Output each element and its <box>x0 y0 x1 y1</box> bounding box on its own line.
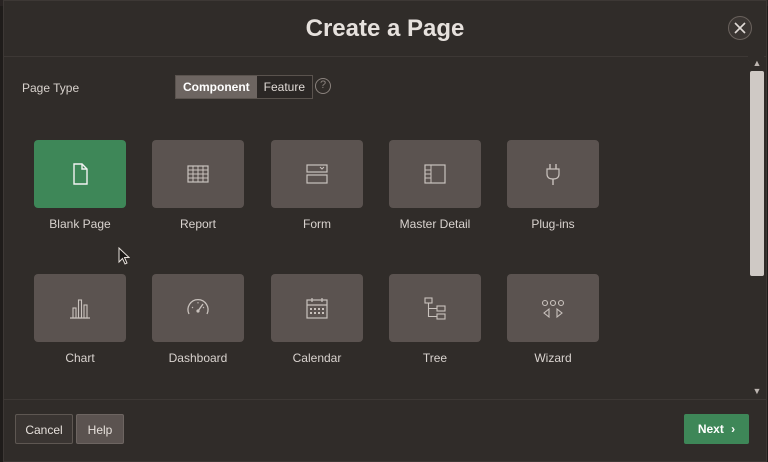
blank-page-tile-button[interactable] <box>34 140 126 208</box>
tile-label: Tree <box>422 351 448 365</box>
tile-report[interactable]: Report <box>148 140 248 231</box>
tree-icon <box>424 297 446 320</box>
bar-chart-icon <box>70 299 90 319</box>
tile-label: Master Detail <box>399 217 471 231</box>
tile-label: Chart <box>65 351 95 365</box>
calendar-icon <box>306 298 328 319</box>
blank-page-icon <box>73 163 88 185</box>
cancel-button[interactable]: Cancel <box>15 414 73 444</box>
tile-plug-ins[interactable]: Plug-ins <box>503 140 603 231</box>
close-button[interactable] <box>728 16 752 40</box>
tile-label: Report <box>179 217 217 231</box>
gauge-icon <box>187 298 209 315</box>
tile-form[interactable]: Form <box>267 140 367 231</box>
tile-master-detail[interactable]: Master Detail <box>385 140 485 231</box>
wizard-tile-button[interactable] <box>507 274 599 342</box>
report-tile-button[interactable] <box>152 140 244 208</box>
chevron-right-icon: › <box>731 422 736 436</box>
tree-tile-button[interactable] <box>389 274 481 342</box>
tile-blank-page[interactable]: Blank Page <box>30 140 130 231</box>
page-type-feature-button[interactable]: Feature <box>256 76 313 98</box>
tile-wizard[interactable]: Wizard <box>503 274 603 365</box>
tile-tree[interactable]: Tree <box>385 274 485 365</box>
scrollbar-thumb[interactable] <box>750 71 764 276</box>
tile-label: Blank Page <box>49 217 111 231</box>
chart-tile-button[interactable] <box>34 274 126 342</box>
next-button[interactable]: Next › <box>684 414 749 444</box>
form-tile-button[interactable] <box>271 140 363 208</box>
tile-label: Form <box>303 217 331 231</box>
create-page-dialog: Create a Page Page Type Component Featur… <box>3 0 767 462</box>
tile-label: Wizard <box>534 351 572 365</box>
plug-icon <box>546 164 560 185</box>
master-detail-tile-button[interactable] <box>389 140 481 208</box>
tile-chart[interactable]: Chart <box>30 274 130 365</box>
tile-dashboard[interactable]: Dashboard <box>148 274 248 365</box>
page-type-toggle: Component Feature <box>175 75 314 99</box>
next-label: Next <box>697 422 724 436</box>
scroll-down-icon[interactable]: ▼ <box>751 385 763 397</box>
header-divider <box>4 56 766 57</box>
close-icon <box>734 22 746 34</box>
master-detail-icon <box>424 164 446 184</box>
page-type-label: Page Type <box>22 81 80 95</box>
help-icon[interactable]: ? <box>315 78 331 94</box>
wizard-icon <box>541 299 565 319</box>
form-icon <box>306 164 328 184</box>
tile-calendar[interactable]: Calendar <box>267 274 367 365</box>
tile-label: Plug-ins <box>531 217 575 231</box>
dialog-title: Create a Page <box>305 15 465 42</box>
calendar-tile-button[interactable] <box>271 274 363 342</box>
dashboard-tile-button[interactable] <box>152 274 244 342</box>
page-type-component-button[interactable]: Component <box>176 76 257 98</box>
mouse-cursor-icon <box>118 247 130 265</box>
footer-divider <box>4 399 766 400</box>
scroll-up-icon[interactable]: ▲ <box>751 57 763 69</box>
tile-label: Dashboard <box>168 351 228 365</box>
report-grid-icon <box>187 165 209 183</box>
plug-ins-tile-button[interactable] <box>507 140 599 208</box>
tile-label: Calendar <box>292 351 342 365</box>
help-button[interactable]: Help <box>76 414 124 444</box>
